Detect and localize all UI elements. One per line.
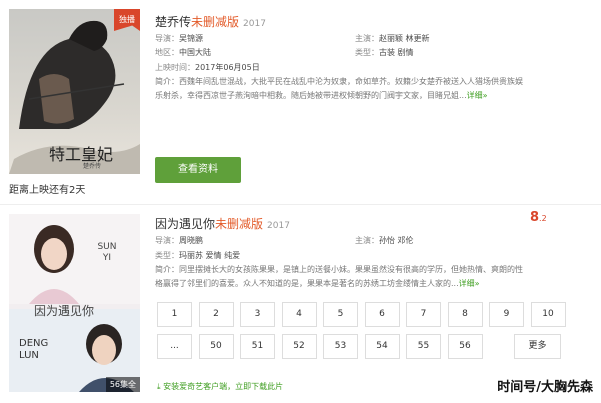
episode-button[interactable]: 6 — [364, 302, 400, 327]
intro: 简介：西魏年间乱世混战，大批平民在战乱中沦为奴隶，命如草芥。奴籍少女楚乔被送入人… — [155, 75, 525, 103]
episode-button[interactable]: 9 — [489, 302, 524, 327]
genre-field: 类型：玛丽苏 爱情 纯爱 — [155, 250, 240, 261]
poster-actress-name: SUN YI — [97, 242, 117, 263]
director-value[interactable]: 周晓鹏 — [179, 236, 203, 245]
episode-button[interactable]: 7 — [406, 302, 441, 327]
region-label: 地区： — [155, 48, 179, 57]
poster-title: 特工皇妃 — [49, 145, 114, 164]
poster-title: 因为遇见你 — [34, 304, 95, 318]
episode-button[interactable]: 1 — [157, 302, 192, 327]
episode-button[interactable]: 2 — [198, 302, 234, 327]
episode-button[interactable]: 5 — [323, 302, 358, 327]
cut-label: 未删减版 — [191, 15, 240, 29]
director-label: 导演： — [155, 236, 179, 245]
region-value: 中国大陆 — [179, 48, 211, 57]
poster-actor-name: DENG LUN — [19, 338, 49, 361]
starring-value[interactable]: 赵丽颖 林更新 — [379, 34, 430, 43]
episode-button[interactable]: 55 — [406, 334, 441, 359]
intro-label: 简介： — [155, 265, 179, 274]
release-label: 上映时间： — [155, 63, 195, 72]
genre-value: 玛丽苏 爱情 纯爱 — [179, 251, 241, 260]
genre-field: 类型：古装 剧情 — [355, 47, 414, 58]
episode-button[interactable]: 8 — [447, 302, 483, 327]
episode-button[interactable]: 51 — [240, 334, 275, 359]
movie-title[interactable]: 楚乔传 — [155, 15, 191, 29]
more-episodes-button[interactable]: 更多 — [514, 334, 561, 359]
title-row: 因为遇见你未删减版 2017 — [155, 215, 290, 232]
episode-button[interactable]: 52 — [281, 334, 317, 359]
director-label: 导演： — [155, 34, 179, 43]
region-field: 地区：中国大陆 — [155, 47, 211, 58]
cut-label: 未删减版 — [215, 217, 264, 231]
more-link[interactable]: 详细» — [459, 279, 480, 288]
year: 2017 — [243, 19, 266, 29]
poster-subtitle: 楚乔传 — [83, 163, 102, 170]
movie-card-1: 独播 特工皇妃 楚乔传 距离上映还有2天 楚乔传未删减版 2017 导演：吴锦源 … — [0, 0, 601, 200]
genre-label: 类型： — [355, 48, 379, 57]
genre-label: 类型： — [155, 251, 179, 260]
movie-title[interactable]: 因为遇见你 — [155, 217, 215, 231]
starring-field: 主演：赵丽颖 林更新 — [355, 33, 430, 44]
episodes-badge: 56集全 — [105, 377, 140, 392]
genre-value: 古装 剧情 — [379, 48, 414, 57]
release-field: 上映时间：2017年06月05日 — [155, 62, 260, 73]
year: 2017 — [267, 221, 290, 231]
starring-value[interactable]: 孙怡 邓伦 — [379, 236, 414, 245]
episode-button[interactable]: 54 — [364, 334, 400, 359]
watermark: 时间号/大胸先森 — [497, 380, 593, 395]
download-text: 安装爱奇艺客户端，立即下载此片 — [163, 382, 284, 391]
rating-score: 8.2 — [530, 210, 547, 225]
divider — [0, 204, 601, 205]
intro: 简介：同里摆摊长大的女孩陈果果，是镇上的送餐小妹。果果虽然没有很高的学历，但她热… — [155, 263, 525, 291]
score-integer: 8 — [530, 210, 540, 225]
episode-button[interactable]: 53 — [323, 334, 358, 359]
director-field: 导演：吴锦源 — [155, 33, 203, 44]
starring-label: 主演： — [355, 236, 379, 245]
release-value: 2017年06月05日 — [195, 63, 260, 72]
poster-image[interactable]: 独播 特工皇妃 楚乔传 — [9, 9, 140, 174]
view-info-button[interactable]: 查看资料 — [155, 157, 241, 183]
release-countdown: 距离上映还有2天 — [9, 185, 86, 196]
director-value[interactable]: 吴锦源 — [179, 34, 203, 43]
episode-button[interactable]: 56 — [447, 334, 483, 359]
director-field: 导演：周晓鹏 — [155, 235, 203, 246]
starring-field: 主演：孙怡 邓伦 — [355, 235, 414, 246]
episode-button[interactable]: 10 — [530, 302, 566, 327]
starring-label: 主演： — [355, 34, 379, 43]
title-row: 楚乔传未删减版 2017 — [155, 13, 266, 30]
download-link[interactable]: ⤓ 安装爱奇艺客户端，立即下载此片 — [157, 381, 283, 392]
episode-button[interactable]: 4 — [281, 302, 317, 327]
score-decimal: .2 — [539, 214, 547, 223]
episode-ellipsis-button[interactable]: ... — [157, 334, 192, 359]
episode-button[interactable]: 3 — [240, 302, 275, 327]
poster-image[interactable]: SUN YI 因为遇见你 DENG LUN 56集全 — [9, 214, 140, 392]
intro-label: 简介： — [155, 77, 179, 86]
more-link[interactable]: 详细» — [467, 91, 488, 100]
episode-button[interactable]: 50 — [198, 334, 234, 359]
